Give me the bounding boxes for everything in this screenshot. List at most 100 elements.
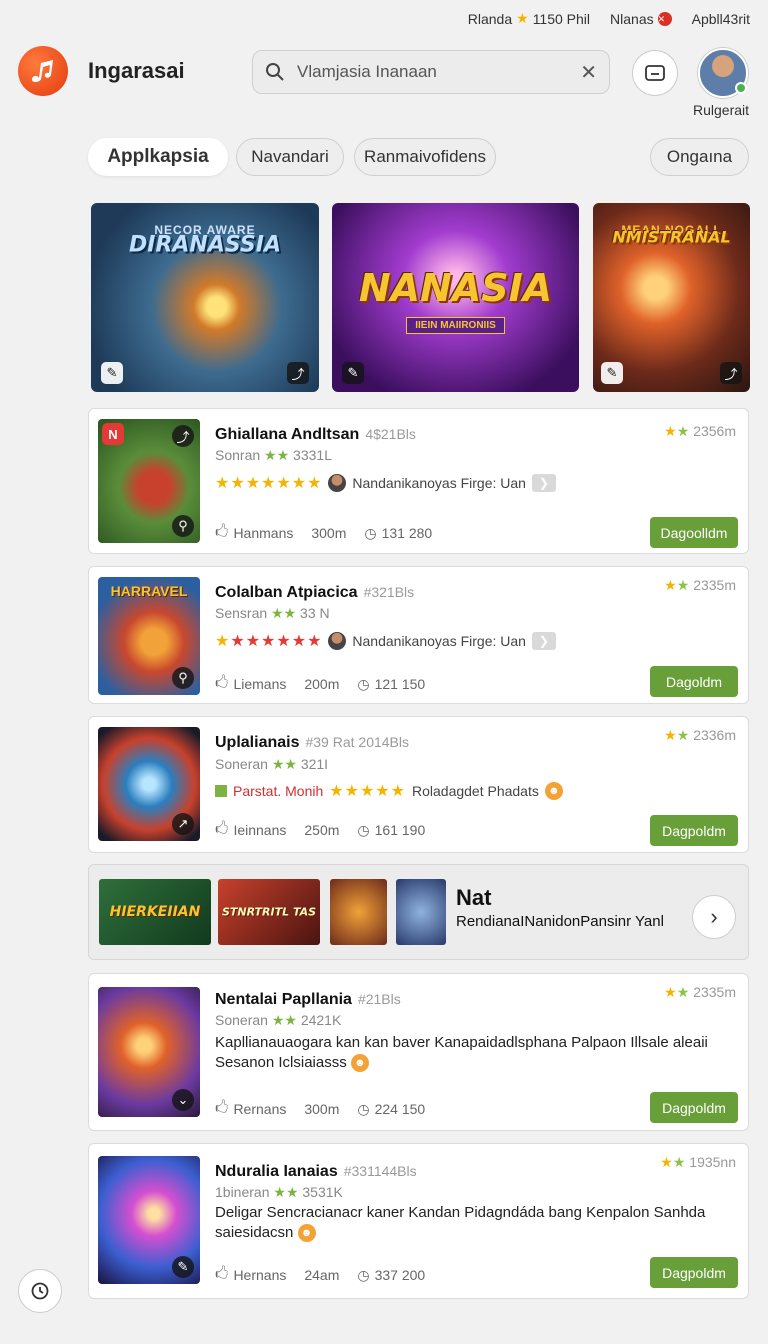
status-item: Nlanas ✕ (610, 10, 672, 27)
download-button[interactable]: Dagoldm (650, 666, 738, 697)
app-name: Ghiallana Andltsan 4$21Bls (215, 426, 416, 443)
star-icon: ★ (676, 577, 690, 593)
app-thumbnail: N ⤴ ⚲ (98, 419, 200, 543)
like-icon: 🖒 (215, 820, 229, 836)
like-icon: 🖒 (215, 1099, 229, 1115)
chevron-right-icon[interactable]: ❯ (531, 632, 556, 650)
app-meta: 🖒 Liemans 200m ◷ 121 150 (215, 672, 425, 696)
link-icon[interactable]: ⚲ (172, 515, 194, 537)
share-icon[interactable]: ⤴ (720, 362, 742, 384)
stars-icon: ★★★★★★★ (215, 633, 323, 650)
banner-card[interactable]: MEAN NOGALL NMISTRANAL ✎ ⤴ (593, 203, 750, 392)
clear-search-icon[interactable]: ✕ (580, 60, 597, 85)
star-icon: ★ (672, 1154, 686, 1170)
app-card[interactable]: ⌄ Nentalai Papllania #21Bls Soneran ★★ 24… (88, 973, 749, 1131)
promo-thumbnail[interactable] (330, 879, 387, 945)
rating-icon: ★★ (273, 1184, 299, 1200)
download-button[interactable]: Dagoolldm (650, 517, 738, 548)
message-icon (645, 65, 665, 81)
star-icon: ★ (660, 1154, 673, 1170)
share-icon[interactable]: ⤴ (287, 362, 309, 384)
tab-ongaina[interactable]: Ongaına (650, 138, 749, 176)
app-card[interactable]: HARRAVEL ⚲ Colalban Atpiacica #321Bls Sen… (88, 566, 749, 704)
app-thumbnail: ⌄ (98, 987, 200, 1117)
star-icon: ★ (664, 577, 677, 593)
review-line: ★★★★★★★ Nandanikanoyas Firge: Uan ❯ (215, 473, 556, 493)
rating-icon: ★★ (271, 1012, 297, 1028)
expand-icon[interactable]: ⌄ (172, 1089, 194, 1111)
edit-icon[interactable]: ✎ (342, 362, 364, 384)
clock-icon: ◷ (357, 1100, 370, 1117)
app-description: Deligar Sencracianacr kaner Kandan Pidag… (215, 1204, 706, 1243)
app-card[interactable]: ↗ Uplalianais #39 Rat 2014Bls Soneran ★★ … (88, 716, 749, 853)
clock-icon: ◷ (364, 524, 377, 541)
chevron-right-icon[interactable]: ❯ (531, 474, 556, 492)
promo-thumbnail[interactable]: STNRTRITL TAS (218, 879, 320, 945)
app-title: Ingarasai (88, 58, 185, 83)
app-card[interactable]: ✎ Nduralia Ianaias #331144Bls 1bineran ★★… (88, 1143, 749, 1299)
thumb-title: HARRAVEL (110, 583, 188, 599)
app-name: Colalban Atpiacica #321Bls (215, 584, 415, 601)
app-meta: 🖒 Hernans 24am ◷ 337 200 (215, 1263, 425, 1287)
banner-title: NMISTRANAL (612, 227, 731, 247)
app-rating: ★★ 2336m (664, 727, 736, 743)
star-icon: ★ (676, 727, 690, 743)
promo-title: Nat (456, 885, 492, 910)
category-icon (215, 785, 227, 797)
rating-icon: ★★ (271, 756, 297, 772)
search-icon (266, 63, 284, 81)
download-button[interactable]: Dagpoldm (650, 1257, 738, 1288)
emoji-icon: ☻ (297, 1224, 316, 1243)
user-name: Rulgerait (693, 102, 750, 118)
app-thumbnail: ↗ (98, 727, 200, 841)
status-item: Rlanda ★ 1150 Phil (467, 10, 591, 27)
stars-icon: ★★★★★ (329, 783, 406, 800)
status-item: Apbll43rit (691, 10, 750, 27)
edit-icon[interactable]: ✎ (101, 362, 123, 384)
like-icon: 🖒 (215, 523, 229, 539)
edit-icon[interactable]: ✎ (601, 362, 623, 384)
tab-navandari[interactable]: Navandari (236, 138, 344, 176)
edit-icon[interactable]: ✎ (172, 1256, 194, 1278)
app-rating: ★★ 2335m (664, 984, 736, 1000)
messages-button[interactable] (632, 50, 678, 96)
star-icon: ★ (516, 10, 529, 26)
reviewer-avatar (328, 474, 347, 492)
promo-strip[interactable]: HIERKEIIAN STNRTRITL TAS Nat RendianaINa… (88, 864, 749, 960)
banner-card[interactable]: NECOR AWARE DIRANASSIA ✎ ⤴ (91, 203, 319, 392)
expand-icon[interactable]: ↗ (172, 813, 194, 835)
user-avatar[interactable] (698, 48, 748, 98)
app-name: Uplalianais #39 Rat 2014Bls (215, 734, 410, 751)
promo-thumbnail[interactable] (396, 879, 446, 945)
banner-title: DIRANASSIA (129, 232, 281, 258)
app-meta: 🖒 Rernans 300m ◷ 224 150 (215, 1097, 425, 1121)
promo-thumbnail[interactable]: HIERKEIIAN (99, 879, 211, 945)
app-badge: N (102, 423, 124, 445)
app-subtitle: Soneran ★★ 321I (215, 756, 329, 772)
clock-icon: ◷ (357, 675, 370, 692)
like-icon: 🖒 (215, 674, 229, 690)
online-indicator (735, 82, 747, 94)
chevron-right-icon[interactable]: › (692, 895, 736, 939)
tab-applkapsia[interactable]: Applkapsia (88, 138, 228, 176)
banner-card[interactable]: NANASIA IIEIN MAIIRONIIS ✎ (332, 203, 579, 392)
app-card[interactable]: N ⤴ ⚲ Ghiallana Andltsan 4$21Bls Sonran ★… (88, 408, 749, 554)
clock-icon (31, 1282, 49, 1300)
star-icon: ★ (664, 727, 677, 743)
download-button[interactable]: Dagpoldm (650, 1092, 738, 1123)
status-bar: Rlanda ★ 1150 Phil Nlanas ✕ Apbll43rit (468, 10, 750, 27)
alert-icon: ✕ (657, 11, 672, 26)
history-button[interactable] (18, 1269, 62, 1313)
share-icon[interactable]: ⤴ (172, 425, 194, 447)
review-line: Parstat. Monih ★★★★★ Roladagdet Phadats … (215, 781, 563, 801)
app-meta: 🖒 Ieinnans 250m ◷ 161 190 (215, 818, 425, 842)
search-bar[interactable]: Vlamjasia Inanaan ✕ (252, 50, 610, 94)
download-button[interactable]: Dagpoldm (650, 815, 738, 846)
link-icon[interactable]: ⚲ (172, 667, 194, 689)
search-input[interactable]: Vlamjasia Inanaan (297, 62, 580, 82)
tab-ranmaivofidens[interactable]: Ranmaivofidens (354, 138, 496, 176)
reviewer-avatar (328, 632, 347, 650)
app-logo[interactable] (18, 46, 68, 96)
app-rating: ★★ 2335m (664, 577, 736, 593)
app-meta: 🖒 Hanmans 300m ◷ 131 280 (215, 521, 432, 545)
